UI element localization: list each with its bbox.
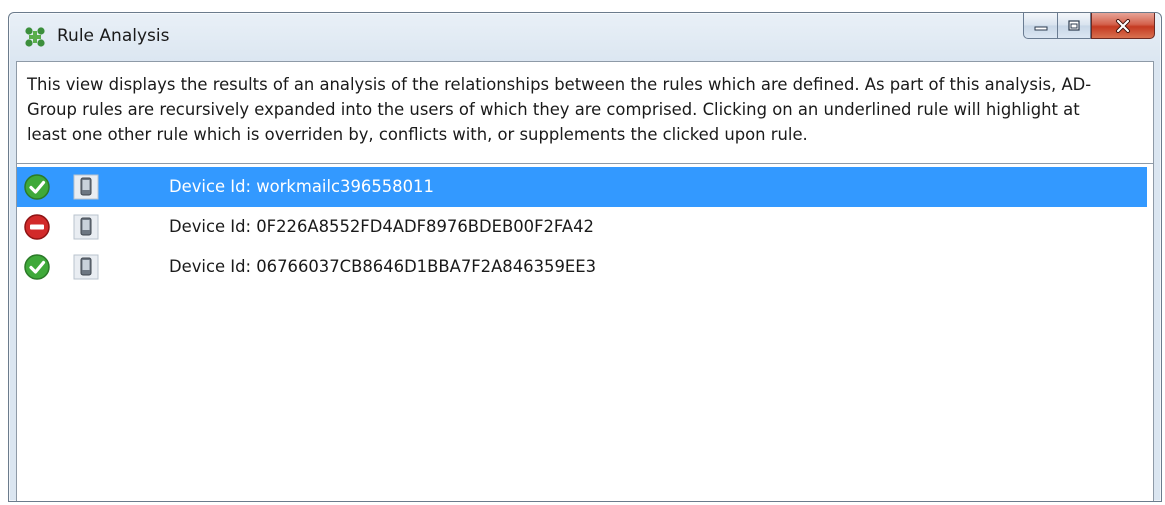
maximize-icon (1068, 19, 1080, 31)
rule-label: Device Id: workmailc396558011 (169, 177, 434, 196)
rule-label: Device Id: 06766037CB8646D1BBA7F2A846359… (169, 257, 597, 276)
device-icon (73, 254, 99, 280)
window-title: Rule Analysis (57, 26, 170, 46)
rule-label: Device Id: 0F226A8552FD4ADF8976BDEB00F2F… (169, 217, 594, 236)
rule-row[interactable]: Device Id: 06766037CB8646D1BBA7F2A846359… (17, 247, 1147, 287)
minimize-icon (1034, 26, 1047, 30)
rule-row[interactable]: Device Id: workmailc396558011 (17, 167, 1147, 207)
no-entry-icon (24, 214, 50, 240)
minimize-button[interactable] (1023, 13, 1057, 39)
app-icon (25, 27, 45, 47)
rule-analysis-window: Rule Analysis This view displays the res… (8, 12, 1162, 502)
content-area: This view displays the results of an ana… (16, 61, 1154, 501)
rule-row[interactable]: Device Id: 0F226A8552FD4ADF8976BDEB00F2F… (17, 207, 1147, 247)
device-icon (73, 214, 99, 240)
close-icon (1116, 18, 1130, 33)
description-text: This view displays the results of an ana… (27, 75, 1092, 144)
caption-buttons (1023, 13, 1155, 39)
checkmark-icon (24, 254, 50, 280)
device-icon (73, 174, 99, 200)
rule-list[interactable]: Device Id: workmailc396558011 Device Id:… (17, 163, 1153, 501)
maximize-button[interactable] (1057, 13, 1091, 39)
checkmark-icon (24, 174, 50, 200)
title-bar[interactable]: Rule Analysis (9, 13, 1161, 61)
close-button[interactable] (1091, 13, 1155, 39)
